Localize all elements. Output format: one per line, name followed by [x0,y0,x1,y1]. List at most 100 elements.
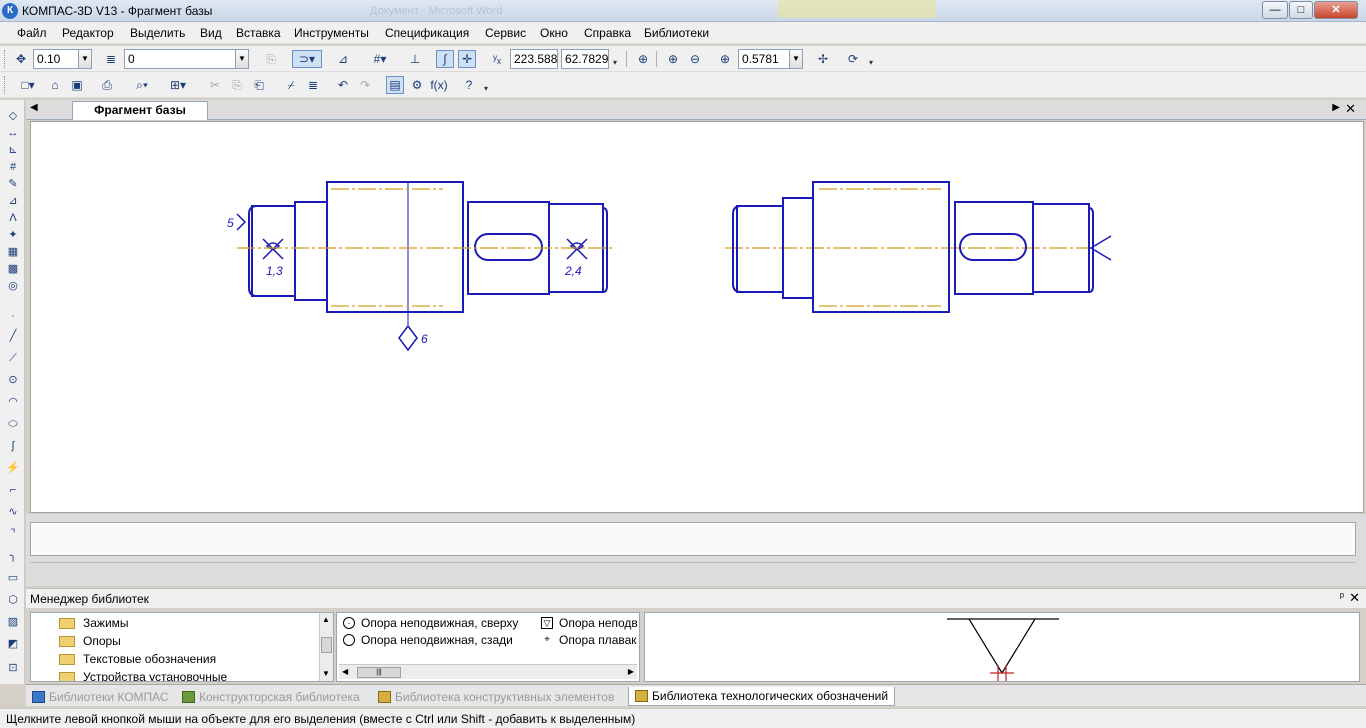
point-icon[interactable]: · [5,308,21,324]
toolbar-more-icon[interactable]: ▾ [484,84,488,93]
menu-file[interactable]: Файл [17,26,47,40]
menu-libraries[interactable]: Библиотеки [644,26,709,40]
toolbar-grip[interactable] [4,76,8,94]
close-document-icon[interactable]: ✕ [1345,101,1356,117]
scroll-right-icon[interactable]: ▶ [628,667,634,676]
menu-tools[interactable]: Инструменты [294,26,369,40]
help-icon[interactable]: ? [460,76,478,94]
tree-item-clamps[interactable]: Зажимы [59,615,129,631]
parametrization-icon[interactable]: ✎ [5,176,21,192]
layers-icon[interactable]: ◎ [5,278,21,294]
geometry-icon[interactable]: ◇ [5,108,21,124]
tabs-scroll-left-icon[interactable]: ◀ [30,102,38,113]
step-input[interactable]: 0.10 [33,49,79,69]
polygon-icon[interactable]: ⬡ [5,592,21,608]
library-manager-icon[interactable]: ⚙ [408,76,426,94]
contour-icon[interactable]: ⌐ [5,482,21,498]
minimize-button[interactable]: — [1262,1,1288,19]
copy-properties-icon[interactable]: ⌿ [282,76,300,94]
list-item[interactable]: · Опора неподвижная, сверху [343,615,518,631]
list-item[interactable]: ⌖ Опора плавак [541,632,636,648]
editing-icon[interactable]: # [5,159,21,175]
open-icon[interactable]: ⌂ [46,76,64,94]
layer-input[interactable]: 0 [124,49,236,69]
close-window-button[interactable]: ✕ [1314,1,1358,19]
attributes-icon[interactable]: ✦ [5,227,21,243]
paste-icon[interactable]: ⎗ [250,76,268,94]
layer-icon[interactable]: ≣ [102,50,120,68]
toolbar-more-icon[interactable]: ▾ [869,58,873,67]
scroll-left-icon[interactable]: ◀ [342,667,348,676]
report-icon[interactable]: ▦ [5,244,21,260]
snap-magnet-icon[interactable]: ⊃▾ [292,50,322,68]
tab-tech-designations[interactable]: Библиотека технологических обозначений [628,687,896,706]
list-hscrollbar[interactable]: ◀ ||| ▶ [339,664,637,679]
menu-window[interactable]: Окно [540,26,568,40]
circle-icon[interactable]: ⊙ [5,372,21,388]
fill-icon[interactable]: ◩ [5,636,21,652]
scroll-thumb[interactable] [321,637,332,653]
right-shaft[interactable] [732,181,1112,313]
coord-x-field[interactable]: 223.588 [510,49,558,69]
arc-icon[interactable]: ◠ [5,394,21,410]
round-mode-icon[interactable]: ∫ [436,50,454,68]
zoom-scale-icon[interactable]: ⊕ [716,50,734,68]
properties-icon[interactable]: ⎘ [262,50,280,68]
redo-icon[interactable]: ↷ [356,76,374,94]
toolbar-more-icon[interactable]: ▾ [613,58,617,67]
list-item[interactable]: ▽ Опора неподв [541,615,638,631]
zoom-dropdown[interactable]: ▼ [789,49,803,69]
left-shaft[interactable] [236,181,608,352]
grid-icon[interactable]: #▾ [366,50,394,68]
variables-fx-icon[interactable]: f(x) [430,76,448,94]
toolbar-grip[interactable] [4,50,8,68]
menu-insert[interactable]: Вставка [236,26,281,40]
chamfer-icon[interactable]: ⌝ [5,526,21,542]
tab-structural-elements[interactable]: Библиотека конструктивных элементов [378,687,614,706]
polyline-icon[interactable]: ⚡ [5,460,21,476]
ellipse-icon[interactable]: ⬭ [5,416,21,432]
tree-item-supports[interactable]: Опоры [59,633,121,649]
menu-service[interactable]: Сервис [485,26,526,40]
coord-y-field[interactable]: 62.7829 [561,49,609,69]
properties-field[interactable] [30,522,1356,556]
copy-icon[interactable]: ⎘ [228,76,246,94]
menu-editor[interactable]: Редактор [62,26,114,40]
layer-dropdown[interactable]: ▼ [235,49,249,69]
preview-icon[interactable]: ⌕▾ [128,76,156,94]
view-icon[interactable]: ▩ [5,261,21,277]
scroll-up-icon[interactable]: ▲ [322,615,330,624]
new-doc-icon[interactable]: □▾ [14,76,42,94]
local-cs-icon[interactable]: ⊿ [334,50,352,68]
fillet-icon[interactable]: ╮ [5,548,21,564]
scroll-thumb[interactable]: ||| [357,667,401,678]
pan-icon[interactable]: ✢ [814,50,832,68]
tab-design-library[interactable]: Конструкторская библиотека [182,687,360,706]
hatch-icon[interactable]: ▨ [5,614,21,630]
step-icon[interactable]: ✥ [12,50,30,68]
tree-scrollbar[interactable]: ▲ ▼ [319,613,333,681]
save-icon[interactable]: ▣ [68,76,86,94]
select-icon[interactable]: Λ [5,210,21,226]
nurbs-icon[interactable]: ∿ [5,504,21,520]
zoom-in-icon[interactable]: ⊕ [664,50,682,68]
undo-icon[interactable]: ↶ [334,76,352,94]
dimensions-icon[interactable]: ↔ [5,125,21,141]
ortho-icon[interactable]: ⊥ [406,50,424,68]
zoom-window-icon[interactable]: ⊕ [634,50,652,68]
menu-help[interactable]: Справка [584,26,631,40]
manager-toggle-icon[interactable]: ▤ [386,76,404,94]
equidistant-icon[interactable]: ⊡ [5,660,21,676]
snap-toggle-icon[interactable]: ✛ [458,50,476,68]
object-properties-icon[interactable]: ≣ [304,76,322,94]
rectangle-icon[interactable]: ▭ [5,570,21,586]
zoom-input[interactable]: 0.5781 [738,49,790,69]
list-item[interactable]: Опора неподвижная, сзади [343,632,513,648]
tab-kompas-libraries[interactable]: Библиотеки КОМПАС [32,687,169,706]
menu-select[interactable]: Выделить [130,26,185,40]
menu-specification[interactable]: Спецификация [385,26,469,40]
step-dropdown[interactable]: ▼ [78,49,92,69]
close-library-manager-icon[interactable]: ✕ [1349,590,1360,606]
measure-icon[interactable]: ⊿ [5,193,21,209]
maximize-button[interactable]: □ [1289,1,1313,19]
